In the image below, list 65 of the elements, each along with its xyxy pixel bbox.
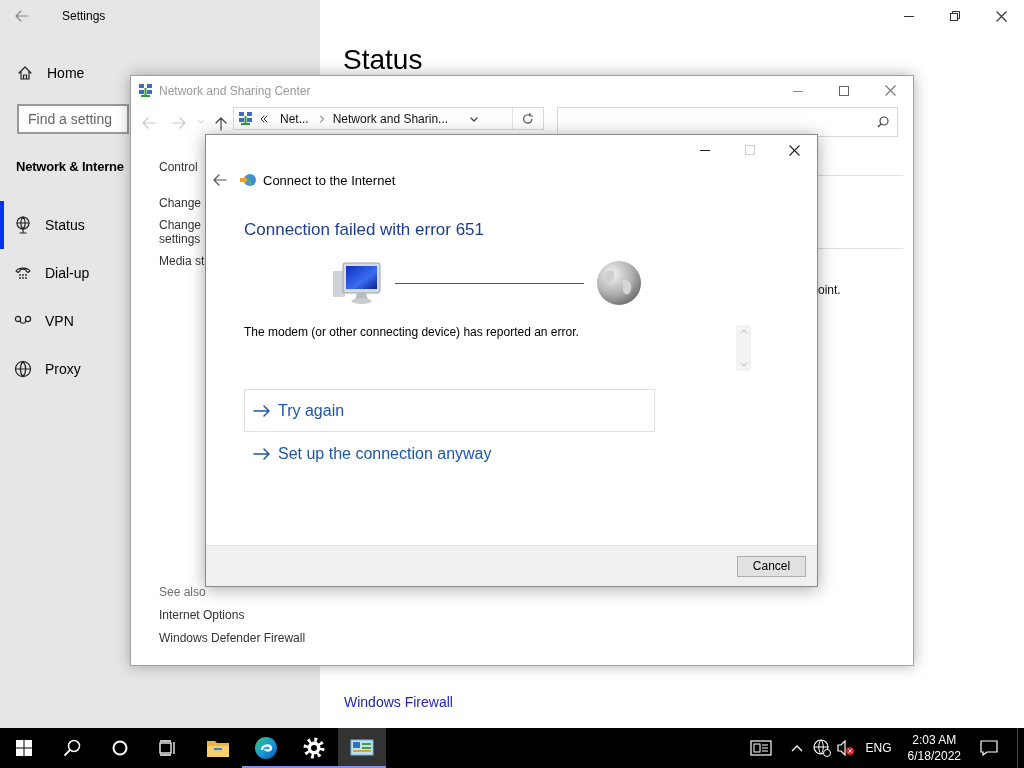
home-icon (17, 65, 33, 81)
nav-item[interactable]: Proxy (0, 345, 108, 393)
edge-icon (254, 736, 278, 760)
clock-time[interactable]: 2:03 AM (912, 732, 957, 748)
sidebar-link[interactable]: Change settings (159, 218, 202, 246)
phone-icon (14, 264, 32, 282)
search-icon (877, 116, 889, 128)
sidebar-link[interactable]: Media st (159, 254, 205, 268)
folder-icon (206, 738, 230, 758)
see-also-link[interactable]: Internet Options (159, 608, 245, 622)
section-title: Network & Interne (16, 159, 124, 175)
taskbar-app[interactable] (338, 728, 386, 768)
content-text: oint. (818, 283, 842, 297)
error-heading: Connection failed with error 651 (244, 220, 486, 240)
error-message: The modem (or other connecting device) has reported an error. (244, 325, 580, 341)
arrow-right-icon (253, 447, 271, 460)
speech-bubble-icon (980, 740, 998, 756)
gear-icon (303, 737, 325, 759)
network-icon (138, 82, 154, 99)
window-title: Network and Sharing Center (159, 83, 312, 98)
task-view-icon (159, 740, 177, 756)
page-heading: Status (343, 46, 423, 74)
speaker-muted-icon (836, 740, 855, 756)
maximize-icon[interactable] (839, 85, 849, 96)
language-indicator[interactable]: ENG (865, 741, 892, 755)
window-title: Settings (62, 9, 106, 23)
option-link[interactable]: Try again (244, 389, 655, 432)
circle-icon (112, 740, 128, 756)
home-nav-item[interactable]: Home (0, 61, 93, 85)
nav-item[interactable]: Status (0, 201, 108, 249)
address-bar[interactable]: Net... Network and Sharin... (233, 107, 544, 130)
up-arrow-icon[interactable] (215, 117, 227, 131)
chevron-up-icon (790, 744, 803, 752)
nav-item[interactable]: Dial-up (0, 249, 108, 297)
refresh-icon[interactable] (522, 112, 534, 125)
control-panel-icon (350, 738, 374, 758)
double-chevron-icon (260, 114, 268, 123)
back-arrow-icon[interactable] (213, 174, 227, 186)
news-icon (749, 740, 772, 756)
chevron-right-icon (318, 114, 325, 123)
restore-icon[interactable] (950, 11, 960, 21)
dialog-title: Connect to the Internet (263, 172, 396, 188)
close-icon[interactable] (789, 144, 800, 156)
windows-logo-icon (16, 740, 32, 756)
search-field[interactable]: Find a setting (17, 104, 129, 134)
see-also-link[interactable]: Windows Defender Firewall (159, 631, 306, 645)
close-icon[interactable] (995, 10, 1007, 22)
firewall-link[interactable]: Windows Firewall (344, 694, 1024, 710)
cancel-button[interactable]: Cancel (737, 555, 806, 577)
nav-item[interactable]: VPN (0, 297, 108, 345)
breadcrumb-item[interactable]: Network and Sharin... (332, 111, 449, 126)
computer-icon (333, 261, 381, 305)
clock-date[interactable]: 6/18/2022 (907, 748, 961, 764)
breadcrumb-item[interactable]: Net... (280, 111, 309, 126)
globe-arrow-icon (239, 172, 257, 188)
section-label: See also (159, 585, 206, 599)
globe-icon (14, 360, 32, 378)
arrow-right-icon (253, 404, 271, 417)
globe-icon (812, 739, 831, 757)
network-icon (238, 110, 254, 127)
sidebar-link[interactable]: Change (159, 196, 202, 210)
globe-monitor-icon (14, 216, 32, 234)
sidebar-link[interactable]: Control (159, 160, 198, 174)
globe-icon (596, 260, 642, 306)
search-icon (63, 739, 81, 757)
